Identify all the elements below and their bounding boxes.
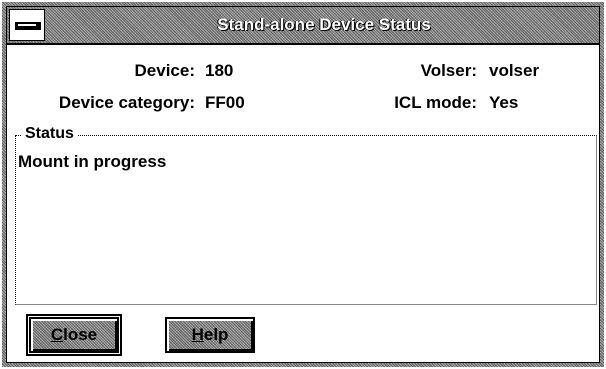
system-menu-button[interactable]: [9, 9, 45, 41]
close-button-label: Close: [50, 325, 98, 344]
help-button-label: Help: [191, 325, 229, 344]
icl-mode-label: ICL mode:: [394, 93, 477, 112]
system-menu-icon: [15, 22, 41, 30]
close-button[interactable]: Close: [26, 314, 122, 356]
title-bar[interactable]: Stand-alone Device Status: [7, 7, 599, 45]
device-status-window: Stand-alone Device Status Device: 180 Vo…: [2, 2, 604, 367]
device-category-label: Device category:: [58, 93, 195, 112]
window-client: Stand-alone Device Status Device: 180 Vo…: [6, 6, 600, 363]
help-button[interactable]: Help: [165, 317, 255, 353]
status-text: Mount in progress: [18, 152, 167, 171]
volser-label: Volser:: [420, 61, 477, 80]
device-value: 180: [205, 61, 234, 80]
volser-value: volser: [489, 61, 540, 80]
status-group: Status Mount in progress: [15, 125, 597, 305]
device-label: Device:: [134, 61, 195, 80]
icl-mode-value: Yes: [489, 93, 519, 112]
window-title: Stand-alone Device Status: [217, 15, 431, 34]
device-category-value: FF00: [205, 93, 245, 112]
status-group-title: Status: [22, 125, 77, 143]
